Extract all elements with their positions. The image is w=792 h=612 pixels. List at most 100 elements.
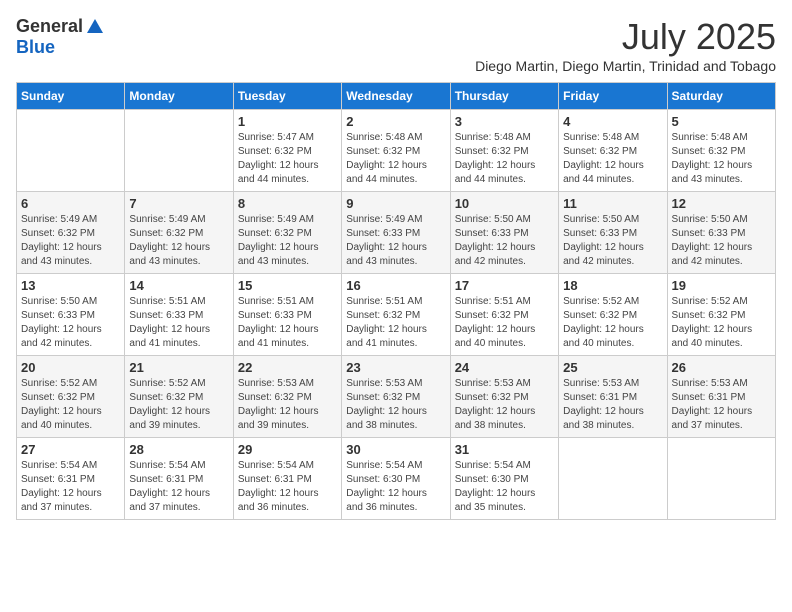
day-info: Sunrise: 5:50 AM Sunset: 6:33 PM Dayligh…	[21, 295, 120, 351]
day-number: 29	[238, 442, 337, 457]
calendar-cell: 17 Sunrise: 5:51 AM Sunset: 6:32 PM Dayli…	[450, 274, 558, 356]
day-number: 7	[129, 196, 228, 211]
day-header-tuesday: Tuesday	[233, 83, 341, 110]
day-info: Sunrise: 5:49 AM Sunset: 6:33 PM Dayligh…	[346, 213, 445, 269]
day-info: Sunrise: 5:54 AM Sunset: 6:30 PM Dayligh…	[346, 459, 445, 515]
day-number: 10	[455, 196, 554, 211]
calendar-cell	[559, 438, 667, 520]
calendar-cell: 2 Sunrise: 5:48 AM Sunset: 6:32 PM Daylig…	[342, 110, 450, 192]
calendar-cell: 28 Sunrise: 5:54 AM Sunset: 6:31 PM Dayli…	[125, 438, 233, 520]
day-number: 26	[672, 360, 771, 375]
day-number: 13	[21, 278, 120, 293]
day-number: 19	[672, 278, 771, 293]
logo-general-text: General	[16, 16, 83, 37]
calendar-cell	[17, 110, 125, 192]
day-info: Sunrise: 5:50 AM Sunset: 6:33 PM Dayligh…	[563, 213, 662, 269]
week-row-5: 27Sunrise: 5:54 AM Sunset: 6:31 PM Dayli…	[17, 438, 776, 520]
day-info: Sunrise: 5:53 AM Sunset: 6:31 PM Dayligh…	[672, 377, 771, 433]
day-number: 23	[346, 360, 445, 375]
calendar-cell: 6 Sunrise: 5:49 AM Sunset: 6:32 PM Daylig…	[17, 192, 125, 274]
day-info: Sunrise: 5:52 AM Sunset: 6:32 PM Dayligh…	[129, 377, 228, 433]
calendar-cell: 10 Sunrise: 5:50 AM Sunset: 6:33 PM Dayli…	[450, 192, 558, 274]
calendar-cell: 21 Sunrise: 5:52 AM Sunset: 6:32 PM Dayli…	[125, 356, 233, 438]
calendar-cell: 9Sunrise: 5:49 AM Sunset: 6:33 PM Daylig…	[342, 192, 450, 274]
day-number: 8	[238, 196, 337, 211]
day-number: 3	[455, 114, 554, 129]
day-info: Sunrise: 5:54 AM Sunset: 6:30 PM Dayligh…	[455, 459, 554, 515]
day-number: 4	[563, 114, 662, 129]
day-info: Sunrise: 5:49 AM Sunset: 6:32 PM Dayligh…	[238, 213, 337, 269]
day-info: Sunrise: 5:54 AM Sunset: 6:31 PM Dayligh…	[129, 459, 228, 515]
calendar-cell	[125, 110, 233, 192]
logo-icon	[85, 17, 105, 37]
day-info: Sunrise: 5:53 AM Sunset: 6:32 PM Dayligh…	[455, 377, 554, 433]
day-number: 21	[129, 360, 228, 375]
week-row-4: 20Sunrise: 5:52 AM Sunset: 6:32 PM Dayli…	[17, 356, 776, 438]
day-info: Sunrise: 5:48 AM Sunset: 6:32 PM Dayligh…	[563, 131, 662, 187]
calendar-cell: 8 Sunrise: 5:49 AM Sunset: 6:32 PM Daylig…	[233, 192, 341, 274]
day-number: 15	[238, 278, 337, 293]
calendar-cell: 3 Sunrise: 5:48 AM Sunset: 6:32 PM Daylig…	[450, 110, 558, 192]
month-title: July 2025	[475, 16, 776, 58]
calendar-cell: 22 Sunrise: 5:53 AM Sunset: 6:32 PM Dayli…	[233, 356, 341, 438]
day-number: 12	[672, 196, 771, 211]
day-info: Sunrise: 5:51 AM Sunset: 6:33 PM Dayligh…	[238, 295, 337, 351]
calendar-cell: 13 Sunrise: 5:50 AM Sunset: 6:33 PM Dayli…	[17, 274, 125, 356]
calendar-cell: 31 Sunrise: 5:54 AM Sunset: 6:30 PM Dayli…	[450, 438, 558, 520]
day-number: 28	[129, 442, 228, 457]
day-info: Sunrise: 5:50 AM Sunset: 6:33 PM Dayligh…	[455, 213, 554, 269]
calendar-cell: 16 Sunrise: 5:51 AM Sunset: 6:32 PM Dayli…	[342, 274, 450, 356]
week-row-1: 1 Sunrise: 5:47 AM Sunset: 6:32 PM Daylig…	[17, 110, 776, 192]
day-number: 22	[238, 360, 337, 375]
day-number: 17	[455, 278, 554, 293]
day-info: Sunrise: 5:48 AM Sunset: 6:32 PM Dayligh…	[455, 131, 554, 187]
calendar-cell: 18Sunrise: 5:52 AM Sunset: 6:32 PM Dayli…	[559, 274, 667, 356]
day-number: 31	[455, 442, 554, 457]
calendar-cell: 23 Sunrise: 5:53 AM Sunset: 6:32 PM Dayli…	[342, 356, 450, 438]
day-info: Sunrise: 5:49 AM Sunset: 6:32 PM Dayligh…	[21, 213, 120, 269]
day-number: 30	[346, 442, 445, 457]
calendar-cell: 24 Sunrise: 5:53 AM Sunset: 6:32 PM Dayli…	[450, 356, 558, 438]
day-info: Sunrise: 5:54 AM Sunset: 6:31 PM Dayligh…	[21, 459, 120, 515]
calendar-cell: 27Sunrise: 5:54 AM Sunset: 6:31 PM Dayli…	[17, 438, 125, 520]
day-info: Sunrise: 5:54 AM Sunset: 6:31 PM Dayligh…	[238, 459, 337, 515]
day-info: Sunrise: 5:49 AM Sunset: 6:32 PM Dayligh…	[129, 213, 228, 269]
calendar-cell: 7 Sunrise: 5:49 AM Sunset: 6:32 PM Daylig…	[125, 192, 233, 274]
day-number: 6	[21, 196, 120, 211]
day-header-friday: Friday	[559, 83, 667, 110]
day-info: Sunrise: 5:53 AM Sunset: 6:32 PM Dayligh…	[346, 377, 445, 433]
calendar-cell: 19 Sunrise: 5:52 AM Sunset: 6:32 PM Dayli…	[667, 274, 775, 356]
day-header-monday: Monday	[125, 83, 233, 110]
day-header-sunday: Sunday	[17, 83, 125, 110]
calendar-cell: 26 Sunrise: 5:53 AM Sunset: 6:31 PM Dayli…	[667, 356, 775, 438]
days-header-row: SundayMondayTuesdayWednesdayThursdayFrid…	[17, 83, 776, 110]
day-info: Sunrise: 5:51 AM Sunset: 6:32 PM Dayligh…	[455, 295, 554, 351]
week-row-2: 6 Sunrise: 5:49 AM Sunset: 6:32 PM Daylig…	[17, 192, 776, 274]
calendar-cell: 25 Sunrise: 5:53 AM Sunset: 6:31 PM Dayli…	[559, 356, 667, 438]
day-number: 2	[346, 114, 445, 129]
day-info: Sunrise: 5:51 AM Sunset: 6:33 PM Dayligh…	[129, 295, 228, 351]
header: General Blue July 2025 Diego Martin, Die…	[16, 16, 776, 74]
calendar-cell	[667, 438, 775, 520]
day-number: 16	[346, 278, 445, 293]
day-number: 1	[238, 114, 337, 129]
calendar-cell: 30 Sunrise: 5:54 AM Sunset: 6:30 PM Dayli…	[342, 438, 450, 520]
calendar-cell: 15 Sunrise: 5:51 AM Sunset: 6:33 PM Dayli…	[233, 274, 341, 356]
calendar-cell: 1 Sunrise: 5:47 AM Sunset: 6:32 PM Daylig…	[233, 110, 341, 192]
calendar-cell: 14Sunrise: 5:51 AM Sunset: 6:33 PM Dayli…	[125, 274, 233, 356]
day-info: Sunrise: 5:53 AM Sunset: 6:31 PM Dayligh…	[563, 377, 662, 433]
calendar-cell: 20Sunrise: 5:52 AM Sunset: 6:32 PM Dayli…	[17, 356, 125, 438]
day-info: Sunrise: 5:47 AM Sunset: 6:32 PM Dayligh…	[238, 131, 337, 187]
calendar-cell: 12Sunrise: 5:50 AM Sunset: 6:33 PM Dayli…	[667, 192, 775, 274]
subtitle: Diego Martin, Diego Martin, Trinidad and…	[475, 58, 776, 74]
logo-blue-text: Blue	[16, 37, 55, 58]
calendar-table: SundayMondayTuesdayWednesdayThursdayFrid…	[16, 82, 776, 520]
day-info: Sunrise: 5:51 AM Sunset: 6:32 PM Dayligh…	[346, 295, 445, 351]
day-number: 25	[563, 360, 662, 375]
day-header-saturday: Saturday	[667, 83, 775, 110]
day-info: Sunrise: 5:53 AM Sunset: 6:32 PM Dayligh…	[238, 377, 337, 433]
day-info: Sunrise: 5:48 AM Sunset: 6:32 PM Dayligh…	[346, 131, 445, 187]
day-info: Sunrise: 5:52 AM Sunset: 6:32 PM Dayligh…	[672, 295, 771, 351]
day-header-wednesday: Wednesday	[342, 83, 450, 110]
day-number: 24	[455, 360, 554, 375]
